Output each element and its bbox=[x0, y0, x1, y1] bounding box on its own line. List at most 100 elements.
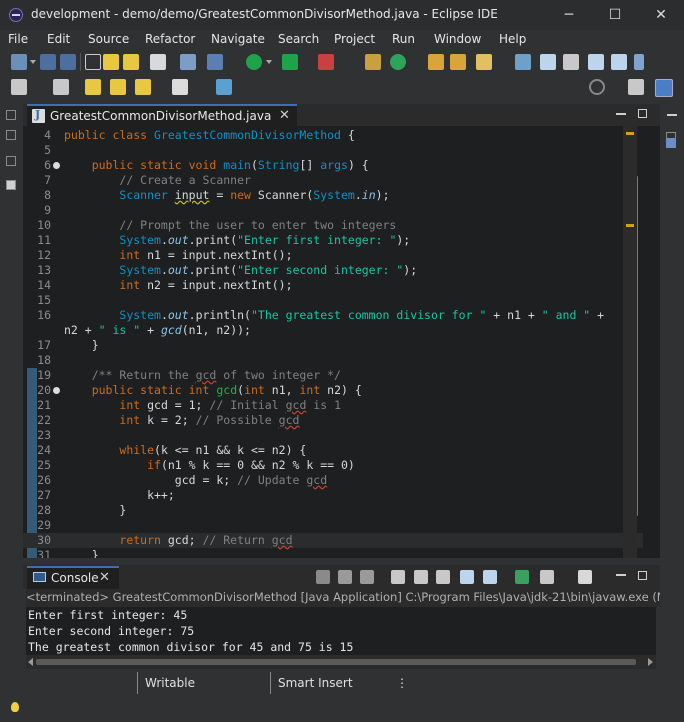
block-selection-icon[interactable] bbox=[588, 54, 604, 70]
scroll-lock-icon[interactable] bbox=[414, 570, 428, 584]
remove-all-terminated-icon[interactable] bbox=[360, 570, 374, 584]
mark-occurrences-icon[interactable] bbox=[540, 54, 556, 70]
console-horizontal-scrollbar[interactable] bbox=[26, 655, 656, 669]
fold-icon[interactable] bbox=[53, 162, 60, 169]
forward-edit-icon[interactable] bbox=[110, 79, 126, 95]
console-minimize-icon[interactable] bbox=[616, 574, 626, 576]
editor-tab-bar: GreatestCommonDivisorMethod.java ✕ bbox=[23, 104, 660, 126]
scrollbar-thumb[interactable] bbox=[36, 659, 636, 665]
outline-minimize-icon[interactable] bbox=[667, 114, 677, 116]
menu-refactor[interactable]: Refactor bbox=[145, 32, 195, 46]
previous-annotation-icon[interactable] bbox=[53, 79, 69, 95]
console-maximize-icon[interactable] bbox=[638, 571, 647, 580]
status-insert-mode[interactable]: Smart Insert bbox=[278, 676, 353, 690]
menu-help[interactable]: Help bbox=[499, 32, 526, 46]
java-perspective-icon[interactable] bbox=[655, 79, 673, 97]
main-toolbar bbox=[0, 50, 684, 74]
open-task-icon[interactable] bbox=[450, 54, 466, 70]
console-output[interactable]: Enter first integer: 45 Enter second int… bbox=[26, 607, 656, 655]
new-class-icon[interactable] bbox=[390, 54, 406, 70]
pin-console-icon[interactable] bbox=[515, 570, 529, 584]
code-lines: 4 public class GreatestCommonDivisorMetho… bbox=[23, 128, 643, 558]
warning-marker[interactable] bbox=[626, 132, 634, 135]
editor-maximize-icon[interactable] bbox=[638, 109, 647, 118]
code-line: 12 int n1 = input.nextInt(); bbox=[37, 248, 293, 262]
scroll-left-icon[interactable] bbox=[28, 658, 33, 666]
restore-icon[interactable] bbox=[6, 110, 16, 120]
menu-source[interactable]: Source bbox=[88, 32, 129, 46]
lightbulb-icon[interactable] bbox=[11, 702, 19, 712]
menu-run[interactable]: Run bbox=[392, 32, 415, 46]
code-line: 20 public static int gcd(int n1, int n2)… bbox=[37, 383, 362, 397]
run-dropdown-icon[interactable] bbox=[266, 60, 272, 64]
fold-icon[interactable] bbox=[53, 387, 60, 394]
code-line: 18 bbox=[37, 353, 51, 367]
editor-tab[interactable]: GreatestCommonDivisorMethod.java ✕ bbox=[27, 104, 297, 126]
next-annotation-icon[interactable] bbox=[11, 79, 27, 95]
open-perspective-icon[interactable] bbox=[628, 79, 644, 95]
back-icon[interactable] bbox=[135, 79, 151, 95]
scroll-right-icon[interactable] bbox=[648, 658, 653, 666]
pin-editor-icon[interactable] bbox=[216, 79, 232, 95]
remove-launch-icon[interactable] bbox=[338, 570, 352, 584]
menu-file[interactable]: File bbox=[8, 32, 28, 46]
maximize-button[interactable]: ☐ bbox=[592, 0, 638, 30]
outline-icon[interactable] bbox=[6, 180, 16, 190]
code-line: 28 } bbox=[37, 503, 127, 517]
code-line: 10 // Prompt the user to enter two integ… bbox=[37, 218, 397, 232]
console-tab[interactable]: Console ✕ bbox=[27, 566, 119, 589]
editor-tab-close-icon[interactable]: ✕ bbox=[279, 108, 290, 123]
terminate-icon[interactable] bbox=[316, 570, 330, 584]
run-icon[interactable] bbox=[246, 54, 262, 70]
code-editor[interactable]: 4 public class GreatestCommonDivisorMetho… bbox=[23, 126, 660, 558]
print-icon[interactable] bbox=[85, 54, 101, 70]
forward-icon[interactable] bbox=[172, 79, 188, 95]
search-icon[interactable] bbox=[476, 54, 492, 70]
toggle-comment-icon[interactable] bbox=[150, 54, 166, 70]
quick-access-search-icon[interactable] bbox=[589, 79, 605, 95]
package-explorer-icon[interactable] bbox=[6, 130, 16, 140]
close-button[interactable]: ✕ bbox=[638, 0, 684, 30]
word-wrap-icon[interactable] bbox=[563, 54, 579, 70]
editor-minimize-icon[interactable] bbox=[616, 113, 626, 115]
menu-project[interactable]: Project bbox=[334, 32, 375, 46]
java-file-icon bbox=[32, 108, 45, 123]
open-console-icon[interactable] bbox=[578, 570, 592, 584]
undo-icon[interactable] bbox=[103, 54, 119, 70]
skip-breakpoints-icon[interactable] bbox=[180, 54, 196, 70]
external-tools-icon[interactable] bbox=[318, 54, 334, 70]
outline-view-icon[interactable] bbox=[666, 138, 676, 148]
new-icon[interactable] bbox=[11, 54, 27, 70]
run-coverage-icon[interactable] bbox=[282, 54, 298, 70]
menu-edit[interactable]: Edit bbox=[47, 32, 70, 46]
new-java-project-icon[interactable] bbox=[365, 54, 381, 70]
restore-lower-icon[interactable] bbox=[6, 156, 16, 166]
console-tab-close-icon[interactable]: ✕ bbox=[99, 570, 110, 585]
word-wrap-console-icon[interactable] bbox=[436, 570, 450, 584]
warning-marker[interactable] bbox=[626, 224, 634, 227]
show-whitespace-icon[interactable] bbox=[611, 54, 627, 70]
display-selected-console-icon[interactable] bbox=[540, 570, 554, 584]
menu-search[interactable]: Search bbox=[278, 32, 319, 46]
save-all-icon[interactable] bbox=[60, 54, 76, 70]
last-edit-icon[interactable] bbox=[515, 54, 531, 70]
show-on-stderr-icon[interactable] bbox=[483, 570, 497, 584]
open-type-icon[interactable] bbox=[428, 54, 444, 70]
minimize-button[interactable]: ─ bbox=[546, 0, 592, 30]
code-line: 8 Scanner input = new Scanner(System.in)… bbox=[44, 188, 390, 202]
back-to-edit-icon[interactable] bbox=[85, 79, 101, 95]
paragraph-icon[interactable] bbox=[634, 54, 644, 70]
menu-window[interactable]: Window bbox=[434, 32, 481, 46]
code-line: 16 System.out.println("The greatest comm… bbox=[37, 308, 605, 322]
overview-ruler[interactable] bbox=[623, 126, 637, 558]
menu-navigate[interactable]: Navigate bbox=[211, 32, 265, 46]
show-on-stdout-icon[interactable] bbox=[460, 570, 474, 584]
save-icon[interactable] bbox=[40, 54, 56, 70]
redo-icon[interactable] bbox=[123, 54, 139, 70]
status-more-icon[interactable]: ⋮ bbox=[396, 676, 408, 690]
debug-icon[interactable] bbox=[207, 54, 223, 70]
console-line: The greatest common divisor for 45 and 7… bbox=[28, 640, 354, 654]
code-line: n2 + " is " + gcd(n1, n2)); bbox=[64, 323, 251, 337]
clear-console-icon[interactable] bbox=[391, 570, 405, 584]
new-dropdown-icon[interactable] bbox=[30, 60, 36, 64]
